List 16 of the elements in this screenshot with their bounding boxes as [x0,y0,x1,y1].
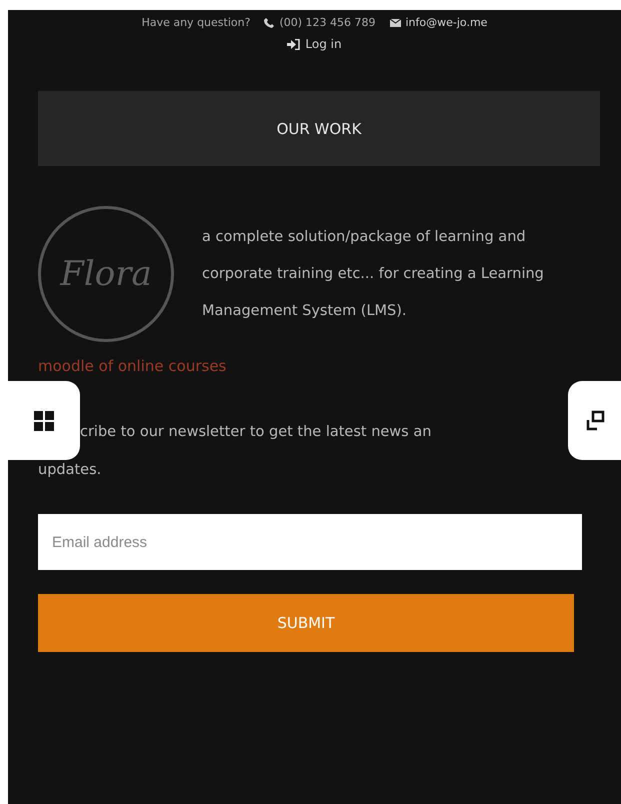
contact-question: Have any question? [142,16,250,29]
phone-link[interactable]: (00) 123 456 789 [264,16,376,29]
newsletter-text: cribe to our newsletter to get the latest news an [80,422,432,440]
section-heading: OUR WORK [38,91,600,166]
grid-icon [34,410,54,430]
grid-button[interactable] [8,381,80,460]
work-description: a complete solution/package of learning and corporate training etc... for creating a Learning Management System (LMS). [202,228,545,320]
login-icon [287,38,300,50]
phone-icon [264,18,274,28]
logo: Flora [38,206,174,342]
login-link[interactable]: Log in [287,37,342,51]
envelope-icon [390,18,400,26]
newsletter-text: updates. [38,462,102,478]
email-link[interactable]: info@we-jo.me [390,16,488,29]
email-field[interactable]: Email address [38,514,582,570]
window-button[interactable] [568,381,621,460]
